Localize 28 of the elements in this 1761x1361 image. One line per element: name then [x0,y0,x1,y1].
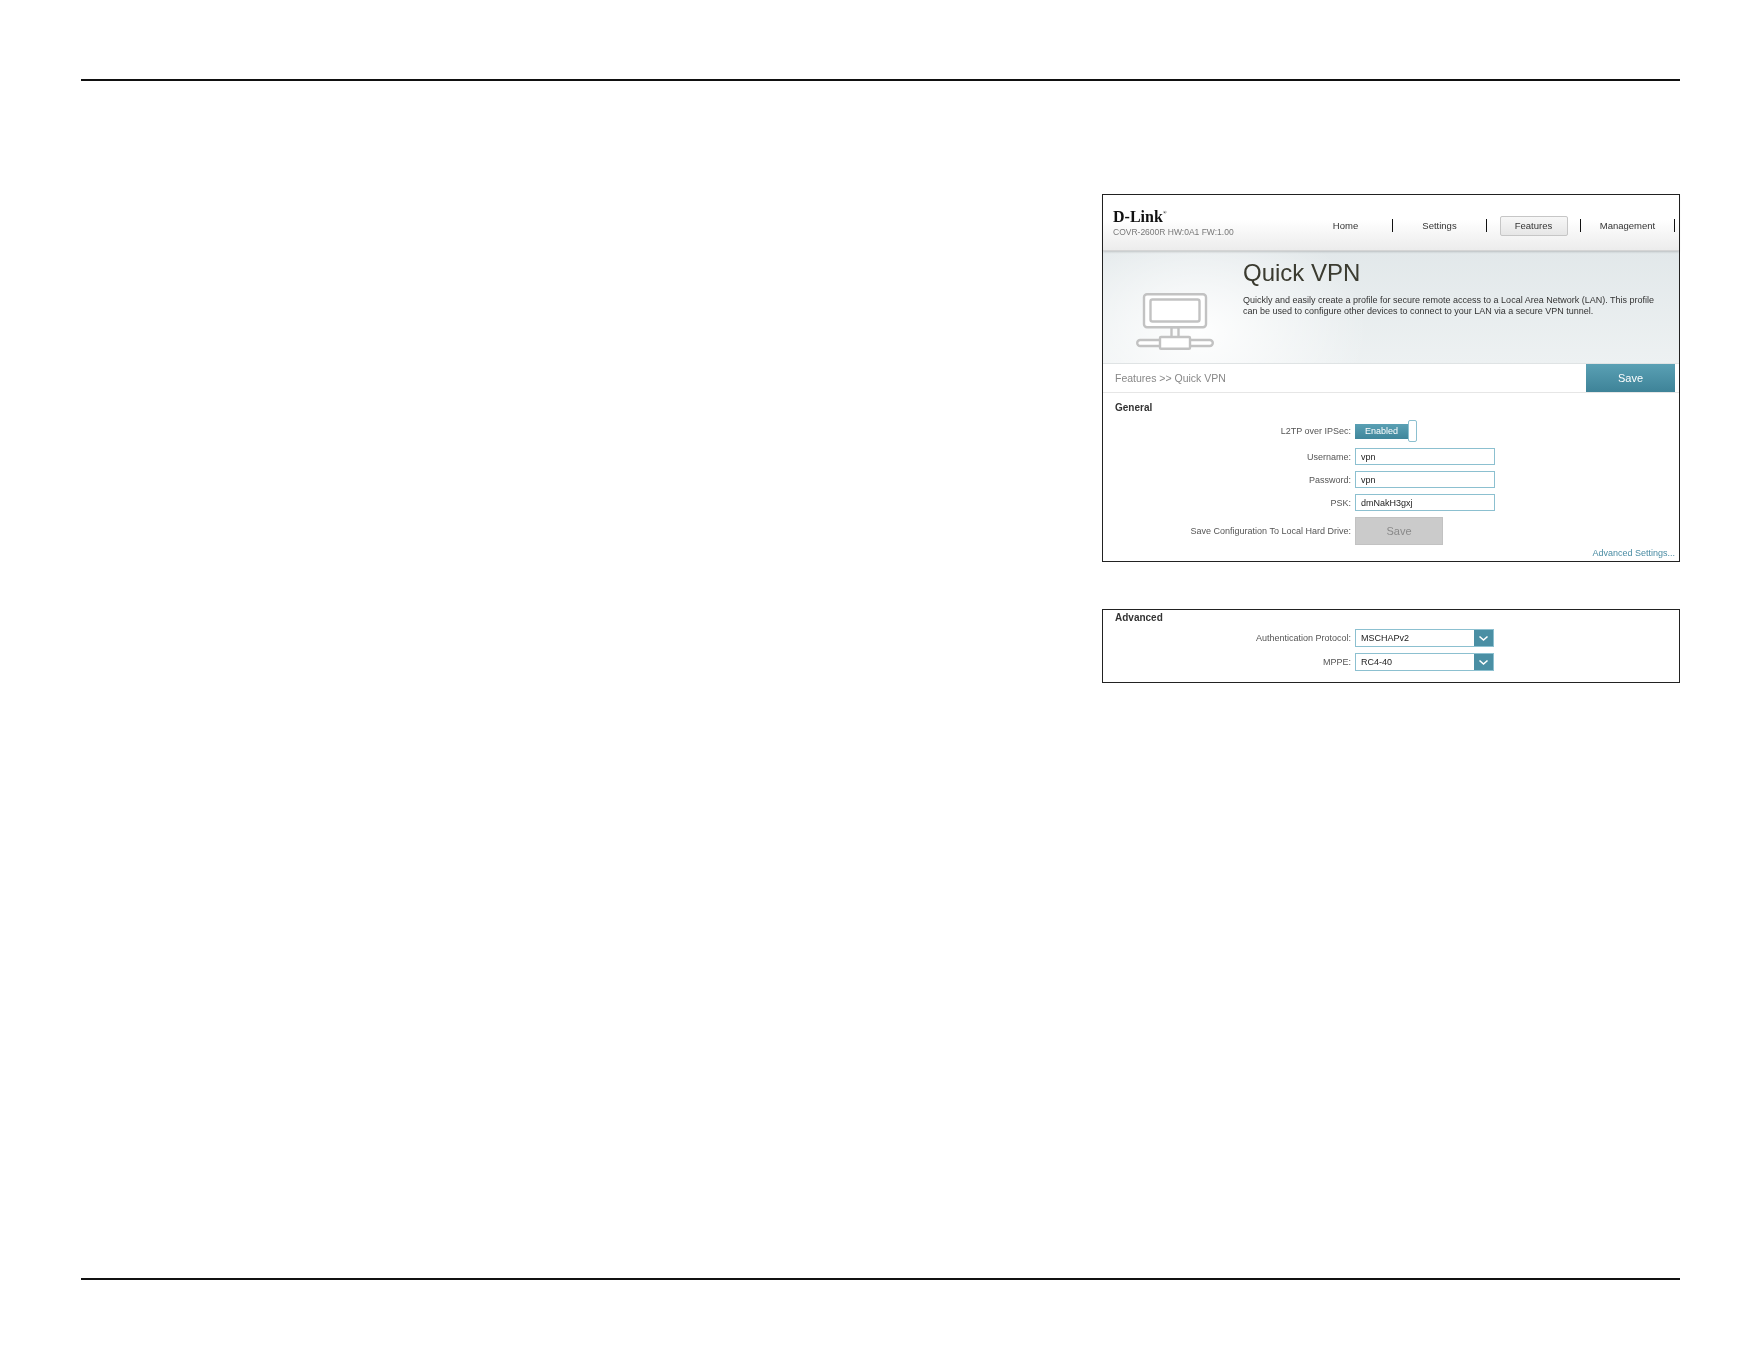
text-field[interactable]: dmNakH3gxj [1355,494,1495,511]
nav-tab[interactable]: Home [1311,215,1380,236]
chevron-down-icon[interactable] [1474,630,1493,646]
page-description: Quickly and easily create a profile for secure remote access to a Local Area Network (LAN). This profile can be used to configure other devices to connect to your LAN via a secure VPN tunnel. [1243,295,1655,317]
breadcrumb: Features >> Quick VPN [1115,372,1226,384]
save-button[interactable]: Save [1586,364,1675,392]
dropdown[interactable]: RC4-40 [1355,653,1494,671]
section-heading: Advanced [1115,612,1164,624]
field-label: L2TP over IPSec: [1279,426,1351,436]
field-label: Save Configuration To Local Hard Drive: [1189,526,1351,536]
nav-tab[interactable]: Management [1593,215,1662,236]
section-heading: General [1115,402,1154,414]
text-field[interactable]: vpn [1355,471,1495,488]
chevron-down-icon[interactable] [1474,654,1493,670]
field-label: Username: [1306,451,1351,462]
field-label: PSK: [1329,497,1351,508]
dropdown[interactable]: MSCHAPv2 [1355,629,1494,647]
nav-tab[interactable]: Features [1499,215,1568,236]
model-info: COVR-2600R HW:0A1 FW:1.00 [1113,227,1234,237]
text-field[interactable]: vpn [1355,448,1495,465]
field-label: Authentication Protocol: [1254,633,1351,643]
field-label: MPPE: [1322,657,1351,667]
field-label: Password: [1307,474,1351,485]
brand-logo: D-Link$^{®}$ [1113,210,1167,224]
computer-network-icon [1136,293,1214,350]
advanced-settings-link[interactable]: Advanced Settings... [1592,548,1675,559]
page-title: Quick VPN [1243,259,1362,287]
nav-tab[interactable]: Settings [1405,215,1474,236]
